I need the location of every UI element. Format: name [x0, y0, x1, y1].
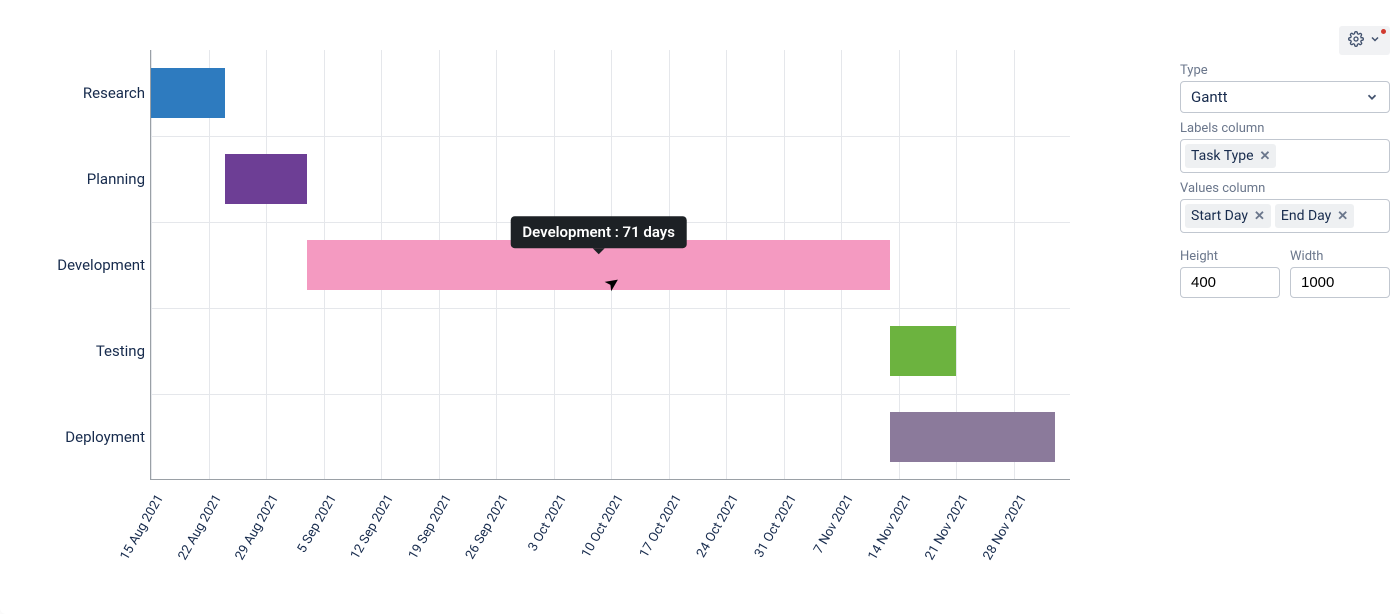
x-axis-tick: 22 Aug 2021 [175, 492, 225, 563]
labels-column-label: Labels column [1180, 121, 1390, 136]
width-label: Width [1290, 249, 1390, 264]
x-axis-tick: 15 Aug 2021 [117, 492, 167, 563]
remove-tag-icon[interactable]: ✕ [1254, 209, 1265, 224]
remove-tag-icon[interactable]: ✕ [1260, 149, 1271, 164]
labels-column-input[interactable]: Task Type ✕ [1180, 139, 1390, 173]
y-axis-label: Testing [20, 342, 145, 360]
x-axis-tick: 31 Oct 2021 [751, 492, 799, 560]
y-axis-label: Development [20, 256, 145, 274]
x-axis-tick: 3 Oct 2021 [525, 492, 569, 554]
chart-tooltip: Development : 71 days [510, 216, 687, 248]
gantt-chart: Development : 71 days➤ 15 Aug 202122 Aug… [20, 20, 1160, 560]
settings-gear-button[interactable] [1339, 26, 1390, 55]
x-axis-tick: 28 Nov 2021 [980, 492, 1030, 563]
chevron-down-icon [1365, 90, 1379, 104]
y-axis-label: Planning [20, 170, 145, 188]
notification-dot [1381, 29, 1386, 34]
gantt-bar[interactable] [225, 154, 307, 204]
values-column-tag: End Day✕ [1275, 204, 1354, 228]
height-input[interactable] [1180, 267, 1280, 298]
width-input[interactable] [1290, 267, 1390, 298]
gantt-bar[interactable] [890, 326, 956, 376]
gantt-bar[interactable] [890, 412, 1054, 462]
x-axis-tick: 29 Aug 2021 [232, 492, 282, 563]
x-axis-tick: 12 Sep 2021 [348, 492, 397, 562]
x-axis-tick: 19 Sep 2021 [405, 492, 454, 562]
type-select-value: Gantt [1191, 88, 1227, 106]
values-column-input[interactable]: Start Day✕End Day✕ [1180, 199, 1390, 233]
y-axis-label: Deployment [20, 428, 145, 446]
x-axis-tick: 24 Oct 2021 [694, 492, 742, 560]
chevron-down-icon [1369, 33, 1381, 48]
plot-area: Development : 71 days➤ [150, 50, 1070, 480]
labels-column-tag: Task Type ✕ [1185, 144, 1276, 168]
remove-tag-icon[interactable]: ✕ [1337, 209, 1348, 224]
x-axis-tick: 26 Sep 2021 [463, 492, 512, 562]
height-label: Height [1180, 249, 1280, 264]
type-select[interactable]: Gantt [1180, 81, 1390, 113]
y-axis-label: Research [20, 84, 145, 102]
x-axis-tick: 7 Nov 2021 [811, 492, 857, 557]
x-axis-tick: 17 Oct 2021 [636, 492, 684, 560]
gear-icon [1348, 31, 1364, 50]
x-axis-tick: 21 Nov 2021 [922, 492, 972, 563]
values-column-label: Values column [1180, 181, 1390, 196]
x-axis-tick: 5 Sep 2021 [294, 492, 339, 556]
x-axis-tick: 14 Nov 2021 [865, 492, 915, 563]
gantt-bar[interactable] [151, 68, 225, 118]
settings-panel: Type Gantt Labels column Task Type ✕ Val… [1180, 20, 1390, 594]
x-axis-tick: 10 Oct 2021 [579, 492, 627, 560]
type-label: Type [1180, 63, 1390, 78]
values-column-tag: Start Day✕ [1185, 204, 1271, 228]
